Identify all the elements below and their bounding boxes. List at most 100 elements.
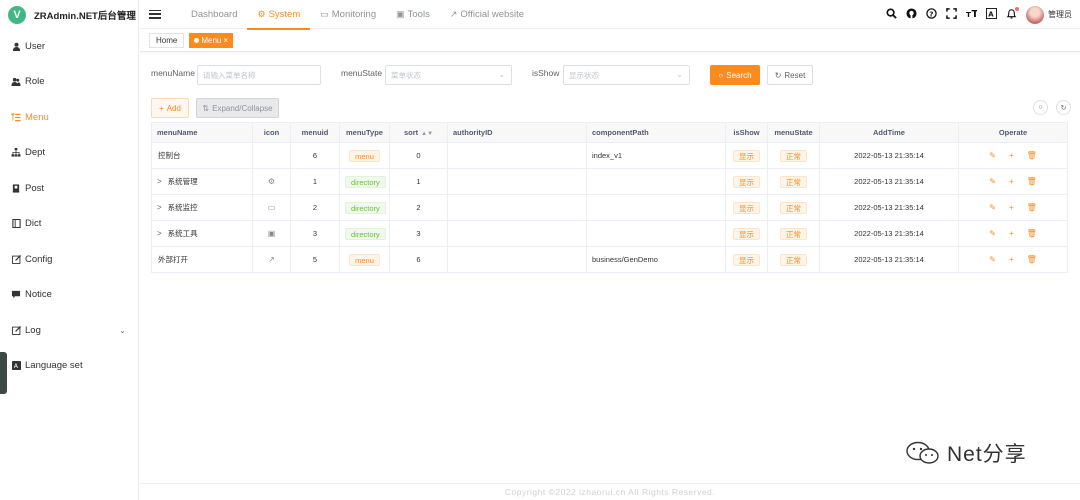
col-header-icon: icon xyxy=(252,122,291,143)
trash-icon[interactable]: 🗑 xyxy=(1027,151,1037,160)
role-icon xyxy=(11,76,21,86)
avatar[interactable] xyxy=(1026,5,1044,24)
menu-name: 外部打开 xyxy=(158,255,188,264)
plus-icon[interactable]: + xyxy=(1009,177,1014,186)
notification-dot xyxy=(1015,6,1019,11)
help-icon[interactable]: ? xyxy=(926,7,937,22)
active-dot-icon xyxy=(194,37,200,43)
logo[interactable]: V ZRAdmin.NET后台管理 xyxy=(0,0,138,30)
table-row[interactable]: 控制台 6 menu 0 index_v1 显示 正常 2022-05-13 2… xyxy=(151,142,1068,169)
status-badge: 显示 xyxy=(733,227,760,240)
fullscreen-icon[interactable] xyxy=(946,7,957,22)
nav-tools[interactable]: ▣ Tools xyxy=(386,0,440,29)
col-header-menuid: menuid xyxy=(290,122,340,143)
nav-system[interactable]: ⚙ System xyxy=(247,0,311,30)
menu-name: 系统工具 xyxy=(167,229,198,238)
sort-icon: ⇅ xyxy=(202,103,210,113)
edit-icon[interactable]: ✎ xyxy=(989,151,996,160)
search-button[interactable]: ○ Search xyxy=(710,65,760,85)
plus-icon[interactable]: + xyxy=(1009,203,1014,212)
post-icon xyxy=(11,183,21,193)
tag-label: Menu xyxy=(201,35,222,45)
sidebar-item-language[interactable]: A Language set xyxy=(0,355,139,375)
chevron-right-icon[interactable]: > xyxy=(157,229,162,238)
sidebar-item-user[interactable]: User xyxy=(0,36,139,56)
font-size-icon[interactable]: TT xyxy=(966,8,979,22)
plus-icon[interactable]: + xyxy=(1009,255,1014,264)
chevron-right-icon[interactable]: > xyxy=(157,203,162,212)
settings-drawer-handle[interactable] xyxy=(0,352,7,394)
search-icon[interactable] xyxy=(886,7,897,22)
wechat-icon xyxy=(906,441,939,464)
add-button[interactable]: + Add xyxy=(151,98,189,118)
isshow-cell: 显示 xyxy=(725,246,768,273)
github-icon[interactable] xyxy=(906,7,917,22)
edit-icon[interactable]: ✎ xyxy=(989,255,996,264)
componentpath-cell: index_v1 xyxy=(586,142,726,169)
toggle-search-button[interactable]: ○ xyxy=(1033,100,1048,115)
menu-name-cell: 外部打开 xyxy=(151,246,253,273)
is-show-select[interactable]: 显示状态 ⌄ xyxy=(563,65,690,85)
edit-icon[interactable]: ✎ xyxy=(989,229,996,238)
table-row[interactable]: > 系统管理 ⚙ 1 directory 1 显示 正常 2022-05-13 2… xyxy=(151,168,1068,195)
tag-menu[interactable]: Menu × xyxy=(189,32,234,48)
app-title: ZRAdmin.NET后台管理 xyxy=(34,11,136,22)
edit-icon[interactable]: ✎ xyxy=(989,203,996,212)
plus-icon[interactable]: + xyxy=(1009,229,1014,238)
sidebar-item-post[interactable]: Post xyxy=(0,178,139,198)
nav-monitoring[interactable]: ▭ Monitoring xyxy=(310,0,386,29)
operate-cell: ✎ + 🗑 xyxy=(958,220,1068,247)
menuid-cell: 2 xyxy=(290,194,340,221)
col-header-sort[interactable]: sort ▲▼ xyxy=(389,122,448,143)
addtime-cell: 2022-05-13 21:35:14 xyxy=(819,194,959,221)
operate-cell: ✎ + 🗑 xyxy=(958,168,1068,195)
menu-name: 系统管理 xyxy=(167,177,198,186)
table-row[interactable]: > 系统监控 ▭ 2 directory 2 显示 正常 2022-05-13 2… xyxy=(151,194,1068,221)
trash-icon[interactable]: 🗑 xyxy=(1027,229,1037,238)
reset-button[interactable]: ↻ Reset xyxy=(767,65,813,85)
plus-icon: + xyxy=(159,103,164,113)
sidebar-item-menu[interactable]: Menu xyxy=(0,107,139,127)
username[interactable]: 管理员 xyxy=(1048,9,1072,20)
menustate-cell: 正常 xyxy=(767,194,820,221)
close-icon[interactable]: × xyxy=(223,36,228,45)
refresh-icon: ↻ xyxy=(1060,104,1067,112)
trash-icon[interactable]: 🗑 xyxy=(1027,203,1037,212)
table-row[interactable]: 外部打开 ↗ 5 menu 6 business/GenDemo 显示 正常 2… xyxy=(151,246,1068,273)
sidebar-item-role[interactable]: Role xyxy=(0,71,139,91)
button-label: Add xyxy=(166,103,181,113)
sidebar-item-notice[interactable]: Notice xyxy=(0,284,139,304)
tag-home[interactable]: Home xyxy=(149,32,185,48)
refresh-button[interactable]: ↻ xyxy=(1056,100,1071,115)
authority-cell xyxy=(447,220,587,247)
logo-icon: V xyxy=(8,6,26,24)
sidebar-item-dict[interactable]: Dict xyxy=(0,213,139,233)
col-header-menuname: menuName xyxy=(151,122,253,143)
table-row[interactable]: > 系统工具 ▣ 3 directory 3 显示 正常 2022-05-13 2… xyxy=(151,220,1068,247)
menu-name-input[interactable]: 请输入菜单名称 xyxy=(197,65,321,85)
menu-state-select[interactable]: 菜单状态 ⌄ xyxy=(385,65,512,85)
sidebar-item-label: Role xyxy=(25,75,45,87)
hamburger-icon[interactable] xyxy=(149,9,161,19)
bell-icon[interactable] xyxy=(1006,6,1019,22)
nav-dashboard[interactable]: Dashboard xyxy=(181,0,247,29)
plus-icon[interactable]: + xyxy=(1009,151,1014,160)
sort-caret-icon[interactable]: ▲▼ xyxy=(421,131,433,137)
icon-cell: ▣ xyxy=(252,220,291,247)
menu-name-cell: > 系统工具 xyxy=(151,220,253,247)
menustate-cell: 正常 xyxy=(767,246,820,273)
sidebar-item-dept[interactable]: Dept xyxy=(0,142,139,162)
chevron-down-icon[interactable]: ⌄ xyxy=(119,326,126,335)
language-switch-icon[interactable]: A xyxy=(986,7,997,22)
chevron-right-icon[interactable]: > xyxy=(157,177,162,186)
sidebar-item-label: Dept xyxy=(25,146,46,158)
edit-icon[interactable]: ✎ xyxy=(989,177,996,186)
sidebar-item-log[interactable]: Log ⌄ xyxy=(0,320,139,340)
trash-icon[interactable]: 🗑 xyxy=(1027,177,1037,186)
menutype-cell: menu xyxy=(339,246,390,273)
nav-official-website[interactable]: ↗ Official website xyxy=(440,0,534,29)
sidebar-item-config[interactable]: Config xyxy=(0,249,139,269)
header-label: sort xyxy=(403,128,419,137)
expand-collapse-button[interactable]: ⇅ Expand/Collapse xyxy=(196,98,279,118)
trash-icon[interactable]: 🗑 xyxy=(1027,255,1037,264)
